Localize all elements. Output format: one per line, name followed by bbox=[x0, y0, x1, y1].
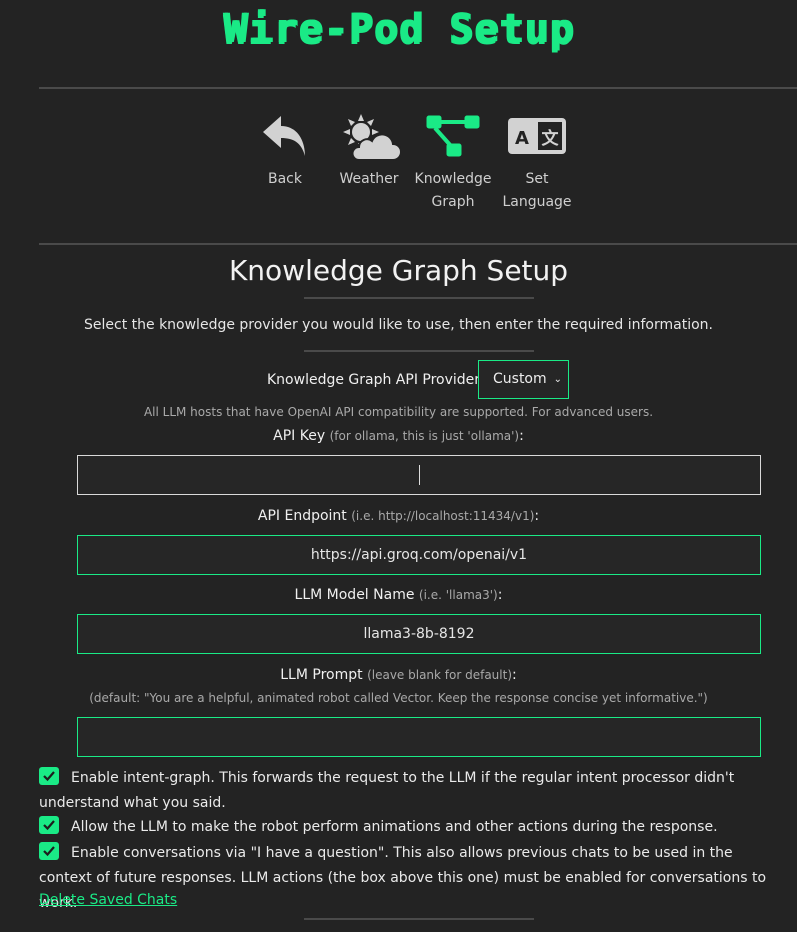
page-title: Wire-Pod Setup bbox=[222, 6, 575, 52]
divider bbox=[39, 243, 797, 245]
weather-icon bbox=[343, 114, 401, 161]
nav-knowledge-graph-button[interactable]: Knowledge Graph bbox=[413, 112, 493, 214]
prompt-input[interactable] bbox=[77, 717, 761, 757]
prompt-hint: (leave blank for default) bbox=[367, 668, 513, 682]
provider-select[interactable]: Custom ⌄ bbox=[478, 360, 569, 399]
nav-back-label: Back bbox=[268, 171, 302, 187]
nav-weather-button[interactable]: Weather bbox=[329, 112, 409, 191]
section-intro: Select the knowledge provider you would … bbox=[84, 317, 713, 333]
delete-saved-chats-link[interactable]: Delete Saved Chats bbox=[39, 892, 177, 908]
prompt-default-note: (default: "You are a helpful, animated r… bbox=[89, 691, 708, 705]
llm-actions-text: Allow the LLM to make the robot perform … bbox=[71, 819, 718, 835]
api-key-input[interactable] bbox=[77, 455, 761, 495]
provider-select-value: Custom bbox=[493, 371, 547, 387]
intent-graph-checkbox[interactable] bbox=[39, 767, 59, 785]
nav-language-label: Set Language bbox=[502, 171, 572, 210]
knowledge-graph-icon bbox=[426, 115, 480, 157]
checkmark-icon bbox=[43, 820, 55, 831]
nav-knowledge-graph-label: Knowledge Graph bbox=[414, 171, 492, 210]
prompt-label: LLM Prompt (leave blank for default): bbox=[280, 667, 517, 683]
provider-label: Knowledge Graph API Provider: bbox=[267, 372, 485, 388]
nav-weather-label: Weather bbox=[339, 171, 399, 187]
api-key-label: API Key (for ollama, this is just 'ollam… bbox=[273, 428, 524, 444]
model-hint: (i.e. 'llama3') bbox=[418, 588, 498, 602]
provider-note: All LLM hosts that have OpenAI API compa… bbox=[143, 405, 654, 419]
svg-text:文: 文 bbox=[542, 128, 560, 149]
divider bbox=[304, 918, 534, 920]
checkmark-icon bbox=[43, 846, 55, 857]
model-label: LLM Model Name (i.e. 'llama3'): bbox=[294, 587, 503, 603]
checkmark-icon bbox=[43, 771, 55, 782]
language-icon: A 文 bbox=[508, 118, 566, 154]
section-heading: Knowledge Graph Setup bbox=[228, 254, 569, 287]
prompt-label-text: LLM Prompt bbox=[280, 667, 363, 683]
divider bbox=[304, 297, 534, 299]
text-cursor bbox=[419, 465, 420, 485]
endpoint-input[interactable]: https://api.groq.com/openai/v1 bbox=[77, 535, 761, 575]
svg-text:A: A bbox=[515, 128, 529, 149]
endpoint-label-text: API Endpoint bbox=[257, 508, 347, 524]
llm-actions-checkbox[interactable] bbox=[39, 816, 59, 834]
endpoint-hint: (i.e. http://localhost:11434/v1) bbox=[351, 509, 535, 523]
back-arrow-icon bbox=[263, 116, 305, 156]
divider bbox=[304, 350, 534, 352]
model-label-text: LLM Model Name bbox=[294, 587, 415, 603]
nav-back-button[interactable]: Back bbox=[245, 112, 325, 191]
api-key-label-text: API Key bbox=[273, 428, 326, 444]
api-key-hint: (for ollama, this is just 'ollama') bbox=[329, 429, 520, 443]
chevron-down-icon: ⌄ bbox=[553, 374, 562, 385]
nav-bar: Back Weather Knowledge Graph A 文 Set Lan… bbox=[0, 112, 797, 222]
endpoint-label: API Endpoint (i.e. http://localhost:1143… bbox=[257, 508, 540, 524]
model-input[interactable]: llama3-8b-8192 bbox=[77, 614, 761, 654]
divider bbox=[39, 87, 797, 89]
check-row-intent-graph: Enable intent-graph. This forwards the r… bbox=[39, 766, 784, 816]
check-row-actions: Allow the LLM to make the robot perform … bbox=[39, 815, 784, 840]
nav-language-button[interactable]: A 文 Set Language bbox=[497, 112, 577, 214]
conversations-checkbox[interactable] bbox=[39, 842, 59, 860]
intent-graph-text: Enable intent-graph. This forwards the r… bbox=[39, 770, 735, 811]
